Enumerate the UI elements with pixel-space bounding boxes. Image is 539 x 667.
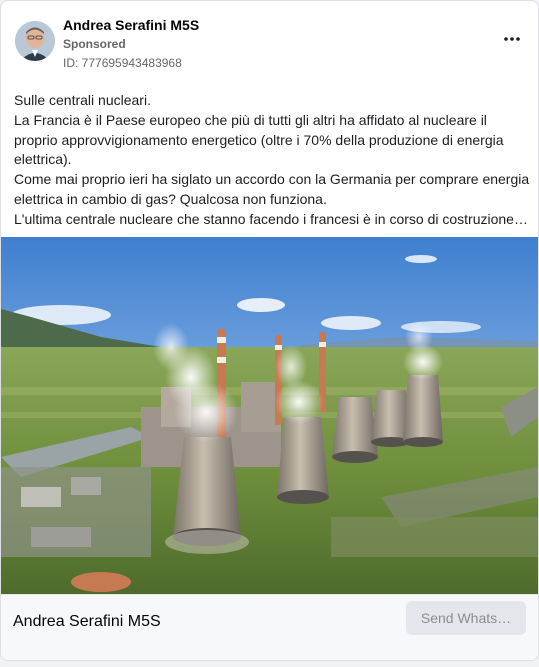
post-header: Andrea Serafini M5S Sponsored ID: 777695… (13, 11, 526, 71)
post-text: Sulle centrali nucleari. La Francia è il… (14, 91, 530, 230)
sponsored-label[interactable]: Sponsored (63, 37, 126, 51)
post-text-line: elettrica in cambio di gas? Qualcosa non… (14, 190, 327, 207)
post-footer: Andrea Serafini M5S Send Whats… (1, 594, 538, 660)
more-options-icon[interactable] (498, 25, 526, 53)
post-text-line: Come mai proprio ieri ha siglato un acco… (14, 171, 530, 188)
post-image-power-plant[interactable] (1, 237, 538, 594)
author-name[interactable]: Andrea Serafini M5S (63, 17, 199, 33)
post-text-line[interactable]: L'ultima centrale nucleare che stanno fa… (14, 210, 530, 230)
post-text-line: La Francia è il Paese europeo che più di… (14, 111, 487, 128)
ad-post-card: Andrea Serafini M5S Sponsored ID: 777695… (0, 0, 539, 661)
ad-id: ID: 777695943483968 (63, 56, 182, 70)
footer-page-name[interactable]: Andrea Serafini M5S (13, 613, 161, 631)
post-text-line: Sulle centrali nucleari. (14, 92, 151, 108)
send-whatsapp-button[interactable]: Send Whats… (406, 601, 526, 635)
post-text-line: proprio approvvigionamento energetico (o… (14, 131, 504, 148)
post-text-line: elettrica). (14, 151, 72, 168)
author-avatar[interactable] (15, 21, 55, 61)
